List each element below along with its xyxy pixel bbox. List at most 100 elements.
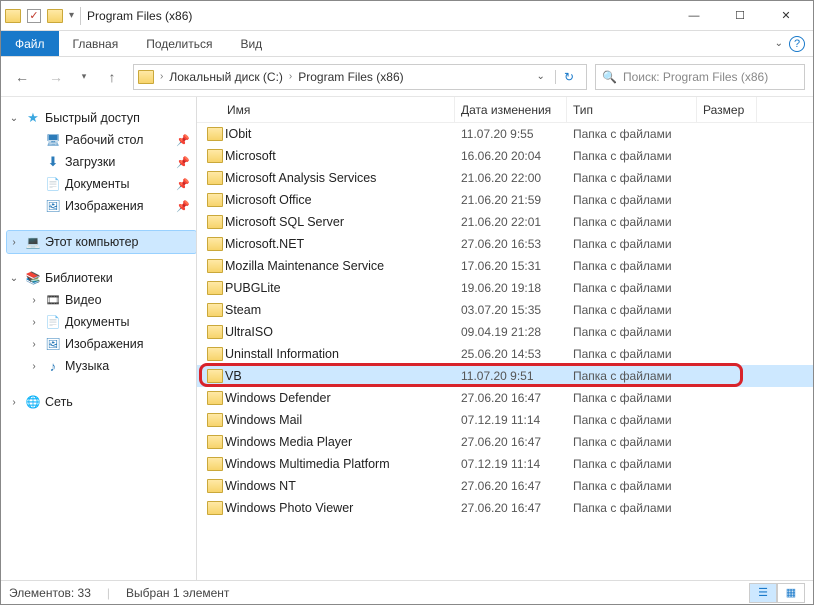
file-row[interactable]: Windows Photo Viewer27.06.20 16:47Папка … [197, 497, 813, 519]
file-row[interactable]: Microsoft.NET27.06.20 16:53Папка с файла… [197, 233, 813, 255]
file-rows[interactable]: IObit11.07.20 9:55Папка с файламиMicroso… [197, 123, 813, 580]
back-button[interactable]: ← [9, 64, 35, 90]
refresh-button[interactable]: ↻ [555, 70, 582, 84]
file-type: Папка с файлами [573, 413, 703, 427]
forward-button[interactable]: → [43, 64, 69, 90]
pin-icon: 📌 [176, 178, 190, 191]
qa-folder-icon[interactable] [47, 9, 63, 23]
nav-desktop[interactable]: Рабочий стол📌 [27, 129, 196, 151]
navigation-pane[interactable]: ⌄Быстрый доступ Рабочий стол📌 Загрузки📌 … [1, 97, 197, 580]
nav-videos[interactable]: ›Видео [27, 289, 196, 311]
breadcrumb-item[interactable]: Program Files (x86) [298, 70, 403, 84]
file-row[interactable]: VB11.07.20 9:51Папка с файлами [197, 365, 813, 387]
file-row[interactable]: Windows Defender27.06.20 16:47Папка с фа… [197, 387, 813, 409]
status-selected: Выбран 1 элемент [126, 586, 229, 600]
file-row[interactable]: Windows Media Player27.06.20 16:47Папка … [197, 431, 813, 453]
nav-libraries[interactable]: ⌄Библиотеки [7, 267, 196, 289]
breadcrumb[interactable]: › Локальный диск (C:) › Program Files (x… [133, 64, 587, 90]
breadcrumb-folder-icon [138, 70, 154, 84]
breadcrumb-dropdown-icon[interactable]: ⌄ [531, 71, 551, 82]
file-date: 19.06.20 19:18 [461, 281, 573, 295]
column-size[interactable]: Размер [697, 97, 757, 122]
network-icon [25, 394, 41, 410]
file-date: 25.06.20 14:53 [461, 347, 573, 361]
nav-network[interactable]: ›Сеть [7, 391, 196, 413]
tab-view[interactable]: Вид [226, 31, 276, 56]
file-name: Microsoft.NET [225, 237, 461, 251]
nav-pictures[interactable]: Изображения📌 [27, 195, 196, 217]
pin-icon: 📌 [176, 156, 190, 169]
file-type: Папка с файлами [573, 281, 703, 295]
file-row[interactable]: Uninstall Information25.06.20 14:53Папка… [197, 343, 813, 365]
file-name: UltraISO [225, 325, 461, 339]
file-date: 07.12.19 11:14 [461, 413, 573, 427]
column-headers: Имя Дата изменения Тип Размер [197, 97, 813, 123]
image-icon [45, 336, 61, 352]
nav-this-pc[interactable]: ›Этот компьютер [7, 231, 196, 253]
folder-icon [205, 281, 225, 295]
file-row[interactable]: Windows Multimedia Platform07.12.19 11:1… [197, 453, 813, 475]
maximize-button[interactable]: ☐ [717, 1, 763, 31]
file-name: Mozilla Maintenance Service [225, 259, 461, 273]
up-button[interactable]: ↑ [99, 64, 125, 90]
help-icon[interactable]: ? [789, 36, 805, 52]
column-type[interactable]: Тип [567, 97, 697, 122]
ribbon-collapse-icon[interactable]: ⌄ [775, 38, 783, 49]
file-row[interactable]: Steam03.07.20 15:35Папка с файлами [197, 299, 813, 321]
view-details-button[interactable]: ☰ [749, 583, 777, 603]
nav-music[interactable]: ›Музыка [27, 355, 196, 377]
file-row[interactable]: Windows NT27.06.20 16:47Папка с файлами [197, 475, 813, 497]
library-icon [25, 270, 41, 286]
folder-icon [205, 215, 225, 229]
tab-home[interactable]: Главная [59, 31, 133, 56]
pc-icon [25, 234, 41, 250]
folder-icon [205, 369, 225, 383]
file-row[interactable]: Microsoft16.06.20 20:04Папка с файлами [197, 145, 813, 167]
file-name: Windows Mail [225, 413, 461, 427]
file-date: 21.06.20 22:01 [461, 215, 573, 229]
close-button[interactable]: ✕ [763, 1, 809, 31]
file-date: 16.06.20 20:04 [461, 149, 573, 163]
file-row[interactable]: Mozilla Maintenance Service17.06.20 15:3… [197, 255, 813, 277]
tab-share[interactable]: Поделиться [132, 31, 226, 56]
status-bar: Элементов: 33 | Выбран 1 элемент ☰ ▦ [1, 580, 813, 604]
pin-icon: 📌 [176, 200, 190, 213]
file-row[interactable]: Windows Mail07.12.19 11:14Папка с файлам… [197, 409, 813, 431]
file-type: Папка с файлами [573, 237, 703, 251]
folder-icon [205, 325, 225, 339]
file-type: Папка с файлами [573, 149, 703, 163]
file-row[interactable]: UltraISO09.04.19 21:28Папка с файлами [197, 321, 813, 343]
history-dropdown[interactable]: ▾ [77, 64, 91, 90]
file-type: Папка с файлами [573, 259, 703, 273]
search-input[interactable]: 🔍 Поиск: Program Files (x86) [595, 64, 805, 90]
file-row[interactable]: Microsoft SQL Server21.06.20 22:01Папка … [197, 211, 813, 233]
folder-icon [205, 435, 225, 449]
quick-access-check-icon[interactable]: ✓ [27, 9, 41, 23]
folder-icon [205, 391, 225, 405]
tab-file[interactable]: Файл [1, 31, 59, 56]
nav-downloads[interactable]: Загрузки📌 [27, 151, 196, 173]
app-folder-icon [5, 9, 21, 23]
status-item-count: Элементов: 33 [9, 586, 91, 600]
file-name: PUBGLite [225, 281, 461, 295]
column-date[interactable]: Дата изменения [455, 97, 567, 122]
view-large-button[interactable]: ▦ [777, 583, 805, 603]
folder-icon [205, 303, 225, 317]
file-name: Microsoft Office [225, 193, 461, 207]
breadcrumb-item[interactable]: Локальный диск (C:) [169, 70, 283, 84]
image-icon [45, 198, 61, 214]
file-type: Папка с файлами [573, 457, 703, 471]
nav-documents2[interactable]: ›Документы [27, 311, 196, 333]
nav-pictures2[interactable]: ›Изображения [27, 333, 196, 355]
search-placeholder: Поиск: Program Files (x86) [623, 70, 768, 84]
nav-quick-access[interactable]: ⌄Быстрый доступ [7, 107, 196, 129]
column-name[interactable]: Имя [205, 97, 455, 122]
file-row[interactable]: PUBGLite19.06.20 19:18Папка с файлами [197, 277, 813, 299]
file-row[interactable]: IObit11.07.20 9:55Папка с файлами [197, 123, 813, 145]
file-row[interactable]: Microsoft Office21.06.20 21:59Папка с фа… [197, 189, 813, 211]
file-type: Папка с файлами [573, 479, 703, 493]
file-row[interactable]: Microsoft Analysis Services21.06.20 22:0… [197, 167, 813, 189]
minimize-button[interactable]: — [671, 1, 717, 31]
nav-documents[interactable]: Документы📌 [27, 173, 196, 195]
file-name: IObit [225, 127, 461, 141]
